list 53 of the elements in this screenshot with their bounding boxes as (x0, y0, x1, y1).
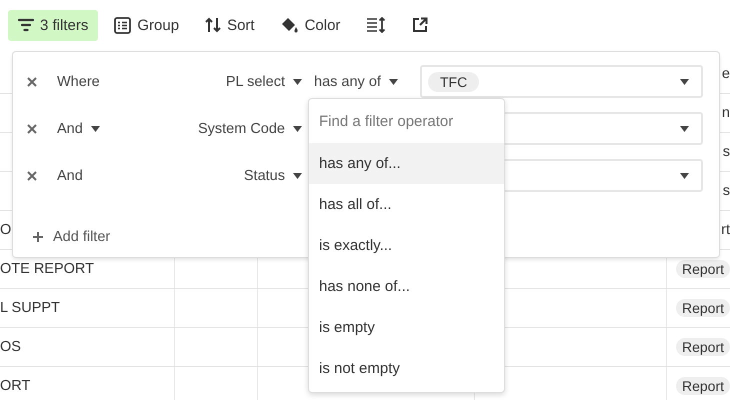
color-button[interactable]: Color (270, 10, 350, 40)
conjunction-label: Where (57, 74, 101, 90)
caret-icon (680, 78, 689, 84)
menu-option[interactable]: is not empty (309, 348, 504, 389)
record-name: L SUPPT (0, 300, 60, 316)
caret-icon (293, 126, 302, 132)
record-name: O (0, 222, 12, 238)
close-icon[interactable] (27, 170, 37, 180)
value-chip: TFC (428, 72, 480, 92)
status-tag: Report (676, 377, 730, 395)
caret-icon (293, 78, 302, 84)
close-icon[interactable] (27, 124, 37, 134)
status-text: rt (721, 222, 730, 238)
menu-option[interactable]: is empty (309, 307, 504, 348)
row-height-icon (366, 17, 386, 33)
status-text: s (722, 183, 730, 199)
group-button[interactable]: Group (104, 10, 190, 40)
list-icon (114, 16, 132, 34)
status-text: s (722, 144, 730, 160)
field-dropdown[interactable]: PL select (226, 74, 302, 90)
caret-icon (90, 126, 100, 132)
sort-icon (205, 17, 222, 33)
field-dropdown[interactable]: Status (244, 168, 302, 184)
menu-option[interactable]: has any of... (309, 143, 504, 184)
status-text: e (722, 66, 730, 82)
record-name: OS (0, 339, 21, 355)
status-tag: Report (676, 260, 730, 278)
caret-icon (388, 78, 398, 84)
external-link-icon (412, 17, 428, 33)
status-tag: Report (676, 338, 730, 356)
operator-dropdown[interactable]: has any of (302, 74, 398, 90)
record-name: ORT (0, 378, 30, 394)
filter-icon (18, 18, 34, 32)
status-text: n (722, 105, 730, 121)
caret-icon (680, 172, 689, 178)
plus-icon (33, 232, 43, 242)
conjunction-label: And (57, 168, 84, 184)
paint-bucket-icon (280, 16, 299, 34)
add-filter-button[interactable]: Add filter (27, 221, 116, 253)
menu-option[interactable]: is exactly... (309, 225, 504, 266)
menu-option[interactable]: has none of... (309, 266, 504, 307)
conjunction-dropdown[interactable]: And (57, 120, 137, 136)
record-name: OTE REPORT (0, 261, 94, 277)
search-field[interactable]: Find a filter operator (309, 99, 504, 143)
caret-icon (293, 172, 302, 178)
field-dropdown[interactable]: System Code (198, 120, 302, 136)
caret-icon (680, 126, 689, 132)
menu-option[interactable]: has all of... (309, 184, 504, 225)
close-icon[interactable] (27, 76, 37, 86)
sort-button[interactable]: Sort (195, 10, 265, 40)
filter-button[interactable]: 3 filters (8, 10, 98, 40)
status-tag: Report (676, 299, 730, 317)
value-select[interactable]: TFC (420, 65, 703, 98)
